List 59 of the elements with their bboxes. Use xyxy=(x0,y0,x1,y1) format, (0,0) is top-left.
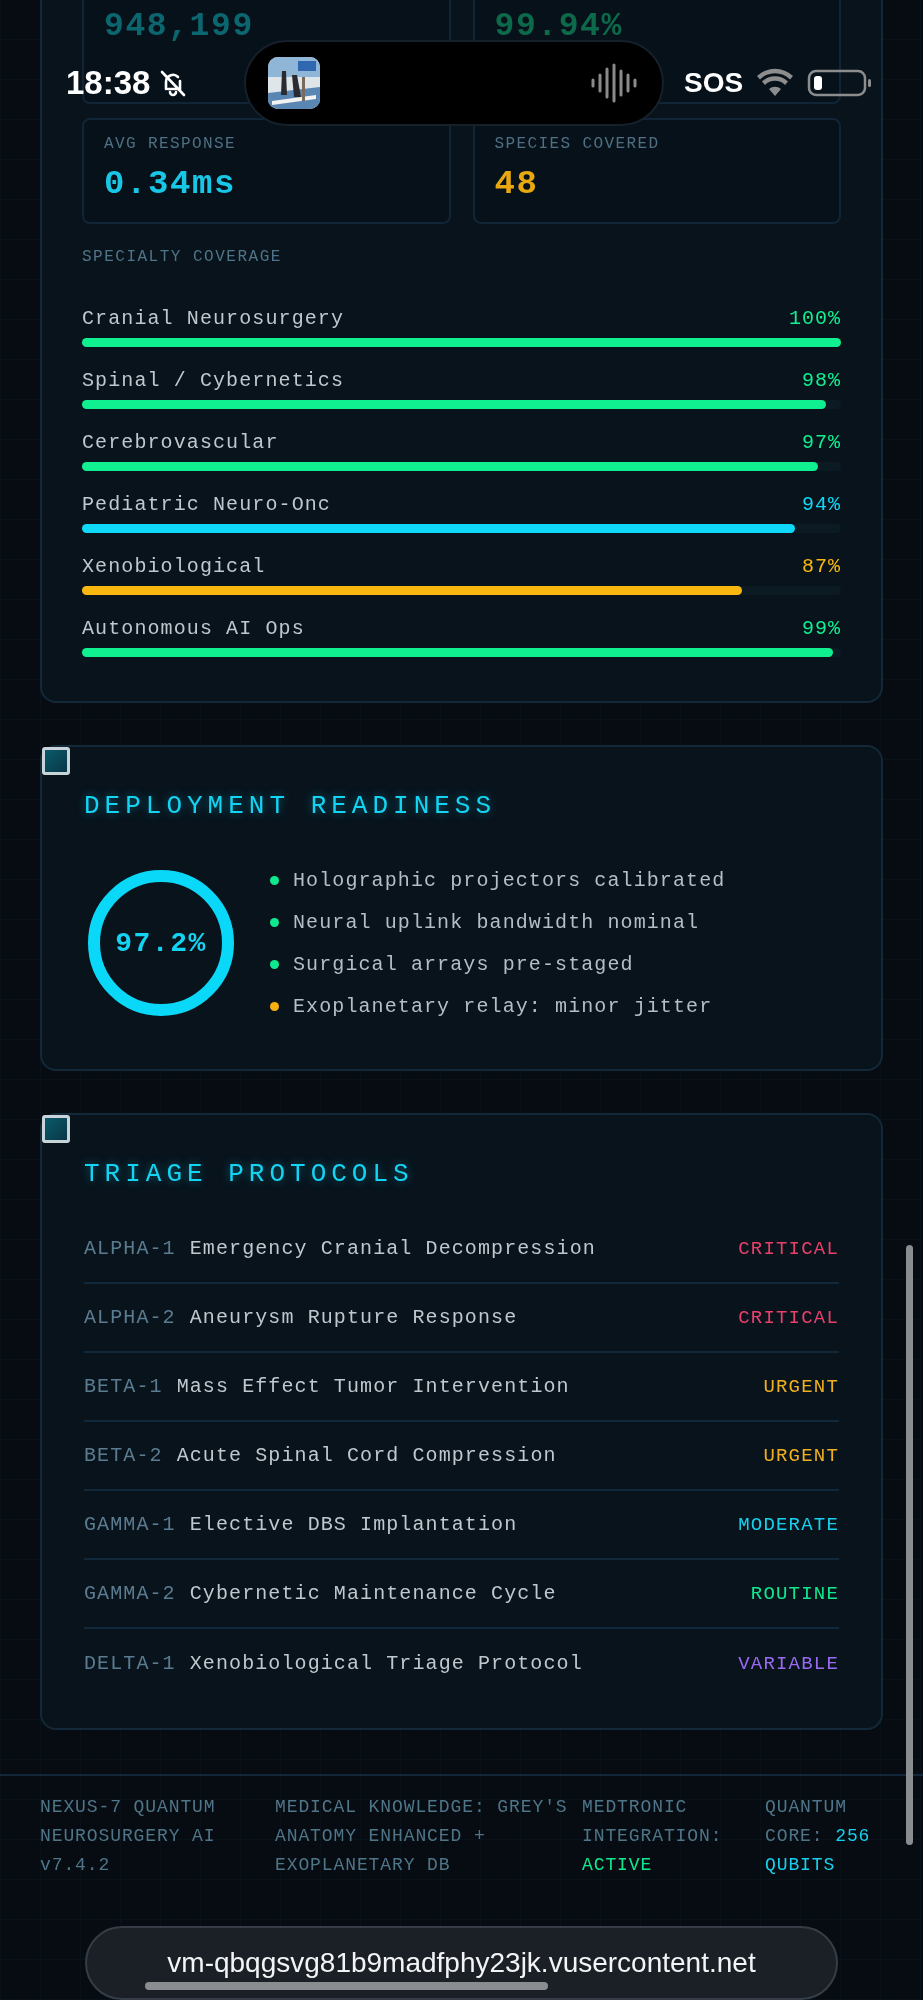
footer-text: NEXUS-7 QUANTUM NEUROSURGERY AI v7.4.2 xyxy=(40,1796,217,1877)
protocol-code: BETA-1 xyxy=(84,1375,163,1398)
protocol-name: Mass Effect Tumor Intervention xyxy=(176,1375,571,1398)
stat-value: 948,199 xyxy=(104,12,255,42)
wifi-icon xyxy=(755,68,796,98)
protocol-name: Emergency Cranial Decompression xyxy=(189,1237,597,1260)
corner-marker xyxy=(42,1115,70,1143)
percent-value: 94% xyxy=(802,492,841,516)
protocol-code: ALPHA-2 xyxy=(84,1306,176,1329)
specialty-label: Pediatric Neuro-Onc xyxy=(82,492,331,516)
stat-value: 99.94% xyxy=(494,12,624,42)
percent-value: 99% xyxy=(802,616,841,640)
protocol-code: GAMMA-1 xyxy=(84,1513,176,1536)
protocol-name: Cybernetic Maintenance Cycle xyxy=(189,1582,558,1605)
percent-value: 98% xyxy=(802,368,841,392)
status-text: Surgical arrays pre-staged xyxy=(293,952,634,976)
priority-label: CRITICAL xyxy=(738,1306,839,1329)
status-text: Exoplanetary relay: minor jitter xyxy=(293,994,713,1018)
specialty-label: Xenobiological xyxy=(82,554,266,578)
protocol-code: DELTA-1 xyxy=(84,1652,176,1675)
specialty-label: Cranial Neurosurgery xyxy=(82,306,345,330)
priority-label: ROUTINE xyxy=(750,1582,839,1605)
footer-text: MEDICAL KNOWLEDGE: GREY'S ANATOMY ENHANCED + EXOPLANETARY DB xyxy=(275,1796,569,1877)
waveform-icon xyxy=(590,63,640,103)
percent-value: 87% xyxy=(802,554,841,578)
protocol-name: Elective DBS Implantation xyxy=(189,1513,519,1536)
stat-label: SPECIES COVERED xyxy=(494,134,661,154)
status-time: 18:38 xyxy=(66,64,151,102)
protocol-code: ALPHA-1 xyxy=(84,1237,176,1260)
footer-text: MEDTRONIC INTEGRATION: ACTIVE xyxy=(582,1796,724,1877)
status-text: Holographic projectors calibrated xyxy=(293,868,726,892)
protocol-code: BETA-2 xyxy=(84,1444,163,1467)
specialty-label: Spinal / Cybernetics xyxy=(82,368,345,392)
status-text: SOS xyxy=(684,67,744,99)
protocol-name: Aneurysm Rupture Response xyxy=(189,1306,519,1329)
percent-value: 97% xyxy=(802,430,841,454)
section-label: SPECIALTY COVERAGE xyxy=(82,247,283,268)
stat-value: 0.34ms xyxy=(104,164,238,204)
priority-label: URGENT xyxy=(763,1375,839,1398)
panel-title: DEPLOYMENT READINESS xyxy=(84,790,498,823)
panel-title: TRIAGE PROTOCOLS xyxy=(84,1158,415,1191)
stat-label: AVG RESPONSE xyxy=(104,134,238,154)
specialty-label: Autonomous AI Ops xyxy=(82,616,305,640)
priority-label: CRITICAL xyxy=(738,1237,839,1260)
battery-icon xyxy=(807,68,874,98)
priority-label: MODERATE xyxy=(738,1513,839,1536)
specialty-label: Cerebrovascular xyxy=(82,430,279,454)
protocol-code: GAMMA-2 xyxy=(84,1582,176,1605)
corner-marker xyxy=(42,747,70,775)
priority-label: URGENT xyxy=(763,1444,839,1467)
status-text: Neural uplink bandwidth nominal xyxy=(293,910,700,934)
percent-value: 100% xyxy=(789,306,841,330)
protocol-name: Acute Spinal Cord Compression xyxy=(176,1444,558,1467)
stat-value: 48 xyxy=(494,164,540,204)
priority-label: VARIABLE xyxy=(738,1652,839,1675)
ring-value: 97.2% xyxy=(115,927,207,959)
protocol-name: Xenobiological Triage Protocol xyxy=(189,1652,584,1675)
footer-text: QUANTUM CORE: 256 QUBITS xyxy=(765,1796,872,1877)
address-bar[interactable]: vm-qbqgsvg81b9madfphy23jk.vusercontent.net xyxy=(85,1926,838,2000)
